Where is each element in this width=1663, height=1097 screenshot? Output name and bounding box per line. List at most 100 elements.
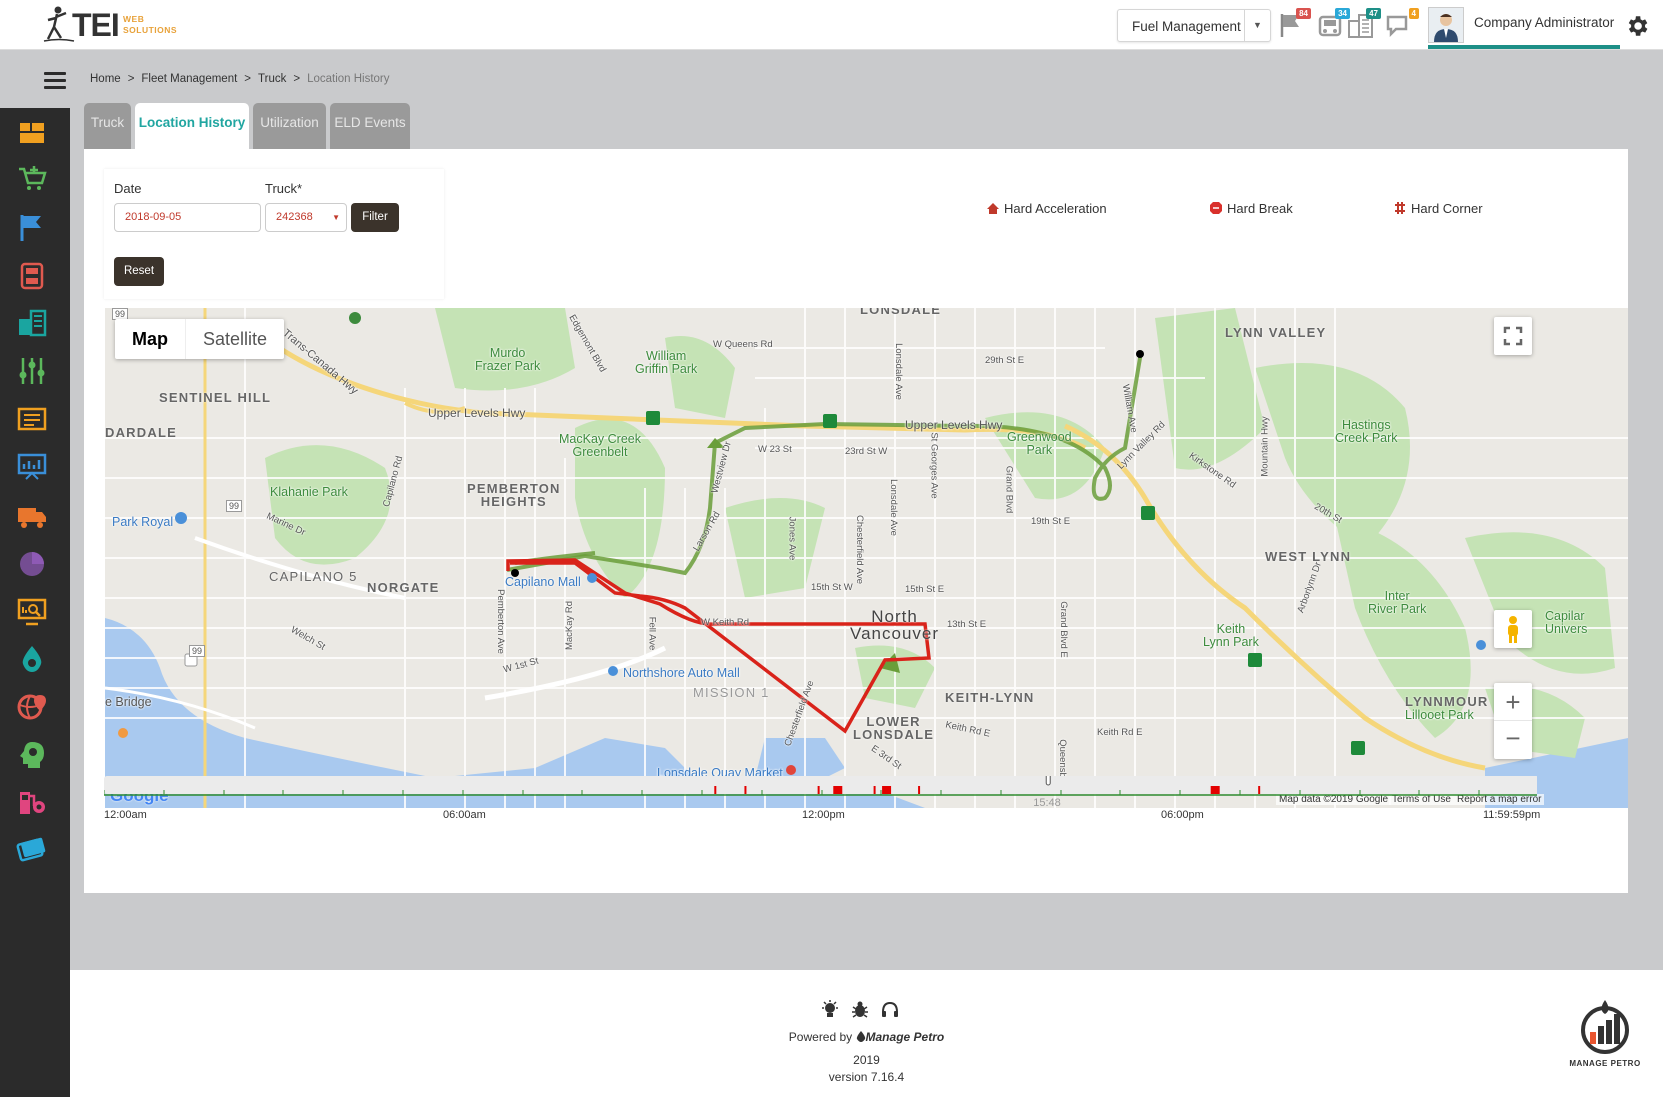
- timeline-event-marker[interactable]: [714, 786, 717, 794]
- notification-flag[interactable]: 84: [1277, 8, 1311, 39]
- gear-head-icon: [20, 742, 44, 768]
- fullscreen-icon: [1503, 326, 1523, 346]
- stop-sign-icon: [1210, 202, 1222, 214]
- sidebar-item-monitor-search[interactable]: [16, 596, 48, 628]
- sidebar-item-presentation-chart[interactable]: [16, 451, 48, 483]
- truck-label: Truck*: [265, 181, 303, 196]
- timeline-label: 11:59:59pm: [1483, 809, 1541, 821]
- tei-logo[interactable]: TEI WEB SOLUTIONS: [42, 5, 192, 45]
- user-name: Company Administrator: [1474, 15, 1615, 30]
- lightbulb-icon[interactable]: [820, 1000, 840, 1020]
- map-label: MISSION 1: [693, 685, 770, 700]
- map-label: Mountain Hwy: [1259, 416, 1271, 477]
- map-label: William Griffin Park: [635, 349, 698, 376]
- map-label: Upper Levels Hwy: [428, 406, 526, 420]
- breadcrumb-truck[interactable]: Truck: [258, 73, 286, 85]
- timeline-slider[interactable]: [104, 776, 1537, 836]
- timeline-cursor-handle[interactable]: [1045, 776, 1051, 786]
- map-label: Northshore Auto Mall: [623, 666, 740, 680]
- sliders-icon: [19, 358, 45, 384]
- sidebar-item-pump-gear[interactable]: [16, 786, 48, 818]
- map-label: 23rd St W: [845, 446, 888, 457]
- map-label: Grand Blvd E: [1057, 601, 1069, 658]
- sidebar-item-fuel-station[interactable]: [16, 260, 48, 292]
- map-label: 15th St W: [811, 582, 853, 593]
- map-label: Grand Blvd: [1003, 465, 1015, 514]
- sidebar-item-sliders[interactable]: [16, 355, 48, 387]
- user-profile[interactable]: Company Administrator: [1428, 5, 1620, 49]
- map-label: Lonsdale Ave: [892, 343, 904, 400]
- timeline-event-marker[interactable]: [744, 786, 747, 794]
- date-input[interactable]: 2018-09-05: [114, 203, 261, 232]
- map-type-satellite-button[interactable]: Satellite: [186, 319, 284, 359]
- breadcrumb-home[interactable]: Home: [90, 73, 121, 85]
- timeline-event-marker[interactable]: [873, 786, 876, 794]
- sidebar-item-cart[interactable]: [16, 163, 48, 195]
- map-label: 15th St E: [905, 584, 945, 595]
- timeline-event-marker[interactable]: [1210, 786, 1220, 794]
- sidebar-item-gear-head[interactable]: [16, 739, 48, 771]
- timeline-event-marker[interactable]: [882, 786, 892, 794]
- dashboard-icon: [20, 123, 44, 143]
- sidebar-item-dashboard[interactable]: [16, 117, 48, 149]
- map-label: NORGATE: [367, 580, 440, 595]
- drop-icon: [856, 1031, 865, 1042]
- map-label: Greenwood Park: [1007, 430, 1072, 457]
- map-label: LONSDALE: [860, 308, 942, 317]
- footer: Powered by Manage Petro 2019 version 7.1…: [70, 970, 1663, 1097]
- map-label: Park Royal: [112, 515, 174, 529]
- breadcrumb: Home > Fleet Management > Truck > Location His…: [90, 73, 390, 85]
- sidebar-item-buildings[interactable]: [16, 307, 48, 339]
- zoom-out-button[interactable]: −: [1494, 721, 1532, 758]
- tab-location-history[interactable]: Location History: [135, 103, 249, 149]
- zoom-control: + −: [1494, 683, 1532, 759]
- hamburger-menu-icon[interactable]: [44, 72, 66, 90]
- sidebar-item-report[interactable]: [16, 403, 48, 435]
- tab-truck[interactable]: Truck: [84, 103, 131, 149]
- map-label: Jones Ave: [786, 516, 798, 561]
- timeline-track: [104, 776, 1537, 794]
- sidebar-item-water-drop[interactable]: [16, 643, 48, 675]
- buildings-icon: [19, 309, 47, 337]
- sidebar-item-flag[interactable]: [16, 212, 48, 244]
- hard-corner-icon: [1395, 202, 1405, 214]
- legend-hard-acceleration: Hard Acceleration: [986, 201, 1107, 216]
- timeline-event-marker[interactable]: [817, 786, 820, 794]
- filter-button[interactable]: Filter: [351, 203, 399, 232]
- notification-building[interactable]: 47: [1347, 8, 1381, 39]
- gear-icon[interactable]: [1624, 13, 1650, 39]
- timeline-event-marker[interactable]: [1258, 786, 1261, 794]
- timeline-event-marker[interactable]: [833, 786, 843, 794]
- map-label: Keith Rd E: [1097, 727, 1143, 738]
- fullscreen-button[interactable]: [1494, 317, 1532, 355]
- tab-utilization[interactable]: Utilization: [253, 103, 326, 149]
- timeline-cursor[interactable]: [1045, 776, 1051, 786]
- module-select[interactable]: Fuel Management ▼: [1117, 9, 1271, 42]
- map-label: Lillooet Park: [1405, 708, 1474, 722]
- map-label: Fell Ave: [646, 616, 658, 651]
- sidebar-item-card[interactable]: [16, 832, 48, 864]
- sidebar-item-pie-chart[interactable]: [16, 548, 48, 580]
- sidebar: [0, 108, 70, 1097]
- timeline-event-marker[interactable]: [918, 786, 921, 794]
- truck-select[interactable]: 242368 ▼: [265, 203, 347, 232]
- footer-icons: [820, 1000, 910, 1022]
- map-label: Upper Levels Hwy: [905, 418, 1003, 432]
- cart-icon: [19, 166, 47, 190]
- map-label: North Vancouver: [850, 607, 940, 643]
- tab-eld-events[interactable]: ELD Events: [330, 103, 410, 149]
- reset-button[interactable]: Reset: [114, 257, 164, 286]
- map-view[interactable]: LONSDALE LYNN VALLEY SENTINEL HILL DARDA…: [105, 308, 1628, 808]
- notification-chat[interactable]: 4: [1385, 8, 1419, 39]
- chevron-down-icon[interactable]: ▼: [1244, 10, 1270, 41]
- sidebar-item-globe-pin[interactable]: [16, 691, 48, 723]
- notification-fuel[interactable]: 34: [1316, 8, 1350, 39]
- zoom-in-button[interactable]: +: [1494, 683, 1532, 721]
- map-type-map-button[interactable]: Map: [115, 319, 186, 359]
- headset-icon[interactable]: [880, 1000, 900, 1020]
- breadcrumb-fleet[interactable]: Fleet Management: [141, 73, 237, 85]
- street-view-button[interactable]: [1494, 610, 1532, 648]
- map-label: SENTINEL HILL: [159, 390, 272, 405]
- bug-icon[interactable]: [850, 1000, 870, 1020]
- sidebar-item-truck[interactable]: [16, 500, 48, 532]
